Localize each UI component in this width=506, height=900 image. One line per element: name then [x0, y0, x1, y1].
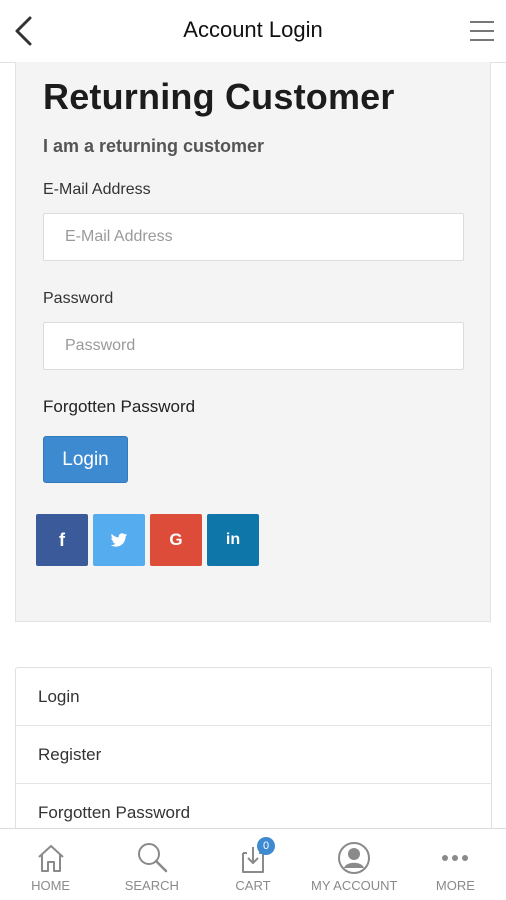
forgotten-password-link[interactable]: Forgotten Password — [43, 397, 195, 417]
panel-subheading: I am a returning customer — [43, 136, 265, 156]
page-title: Account Login — [183, 17, 323, 42]
home-icon — [37, 845, 64, 872]
password-label: Password — [43, 290, 114, 307]
panel-heading: Returning Customer — [43, 76, 395, 117]
google-login-button[interactable]: G — [150, 514, 202, 566]
hamburger-menu-icon — [470, 21, 494, 41]
nav-more[interactable]: MORE — [405, 829, 506, 900]
nav-search[interactable]: SEARCH — [101, 829, 202, 900]
facebook-login-button[interactable]: f — [36, 514, 88, 566]
nav-search-label: SEARCH — [124, 878, 179, 893]
cart-count-badge: 0 — [257, 837, 276, 855]
account-icon — [338, 842, 371, 874]
password-input[interactable] — [43, 322, 464, 370]
twitter-login-button[interactable] — [93, 514, 145, 566]
app-header: Account Login — [0, 0, 506, 63]
twitter-icon — [110, 532, 128, 547]
google-icon: G — [169, 530, 183, 549]
nav-home-label: HOME — [31, 878, 71, 893]
list-item-register[interactable]: Register — [16, 726, 491, 784]
bottom-nav: HOME SEARCH 0 CART MY ACCOUNT MORE — [0, 828, 506, 900]
search-icon — [137, 843, 168, 873]
list-item-login[interactable]: Login — [16, 668, 491, 726]
linkedin-icon: in — [225, 531, 241, 548]
nav-more-label: MORE — [435, 878, 475, 893]
account-links-list: Login Register Forgotten Password — [15, 667, 492, 837]
returning-customer-panel: Returning Customer I am a returning cust… — [15, 62, 491, 622]
login-button[interactable]: Login — [43, 436, 128, 483]
nav-cart-label: CART — [235, 878, 271, 893]
menu-button[interactable] — [468, 18, 496, 44]
email-label: E-Mail Address — [43, 181, 151, 198]
nav-home[interactable]: HOME — [0, 829, 101, 900]
facebook-icon: f — [59, 529, 65, 550]
linkedin-login-button[interactable]: in — [207, 514, 259, 566]
nav-my-account-label: MY ACCOUNT — [310, 878, 398, 893]
more-icon — [442, 855, 469, 861]
nav-cart[interactable]: 0 CART — [202, 829, 303, 900]
nav-my-account[interactable]: MY ACCOUNT — [304, 829, 405, 900]
email-input[interactable] — [43, 213, 464, 261]
